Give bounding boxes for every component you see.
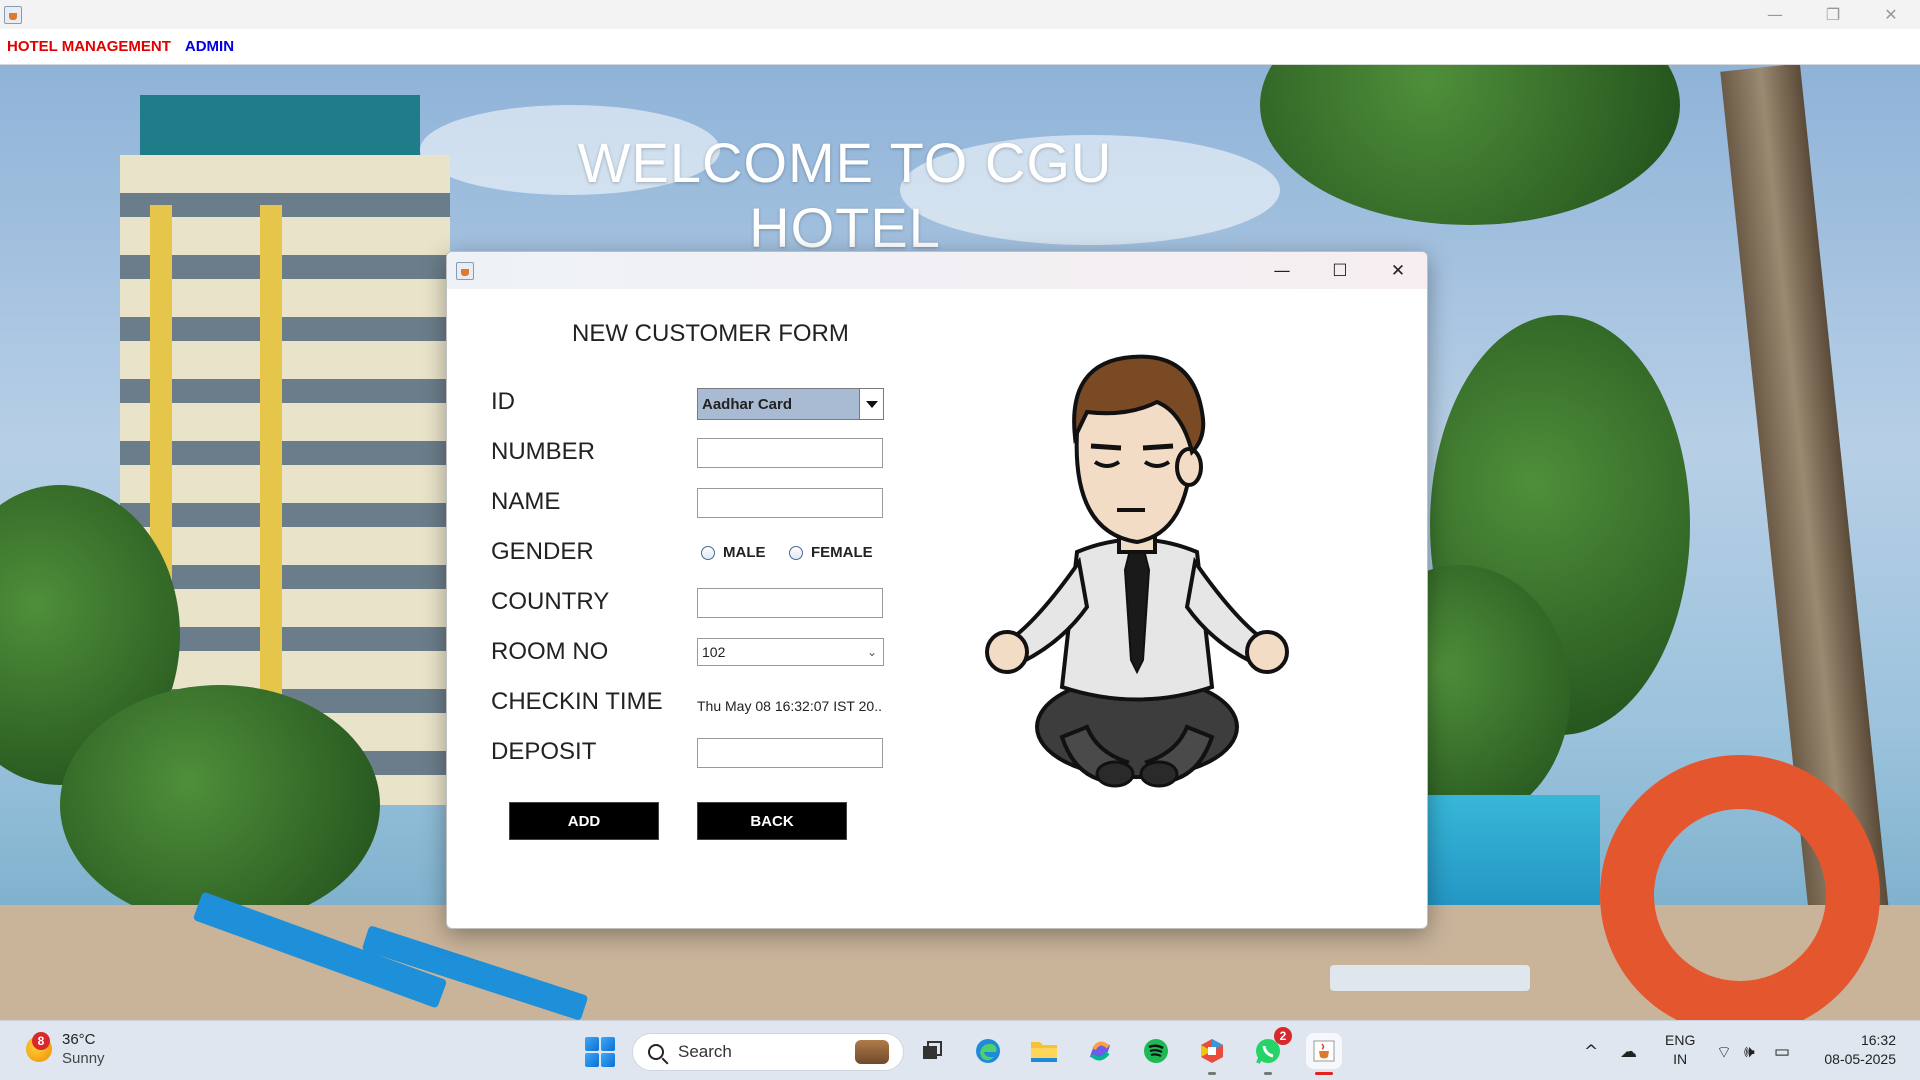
spotify-icon[interactable] — [1138, 1033, 1174, 1069]
new-customer-dialog: — ☐ ✕ NEW CUSTOMER FORM ID Aadhar Card N… — [446, 251, 1428, 929]
dialog-maximize-button[interactable]: ☐ — [1311, 252, 1369, 289]
copilot-icon[interactable] — [1082, 1033, 1118, 1069]
name-field[interactable] — [697, 488, 883, 518]
country-field[interactable] — [697, 588, 883, 618]
id-type-selected: Aadhar Card — [698, 389, 859, 419]
number-label: NUMBER — [491, 438, 596, 465]
deposit-label: DEPOSIT — [491, 738, 597, 765]
sun-lounger — [1330, 965, 1530, 991]
gender-label: GENDER — [491, 538, 594, 565]
menu-admin[interactable]: ADMIN — [185, 38, 234, 55]
radio-button-icon[interactable] — [701, 545, 715, 560]
window-close-button[interactable]: ✕ — [1862, 0, 1920, 29]
form-title: NEW CUSTOMER FORM — [572, 320, 849, 347]
dropdown-arrow-icon[interactable] — [859, 389, 883, 419]
dialog-minimize-button[interactable]: — — [1253, 252, 1311, 289]
tree-shape — [60, 685, 380, 925]
task-view-icon[interactable] — [914, 1033, 950, 1069]
gender-female-label: FEMALE — [811, 544, 873, 561]
back-button[interactable]: BACK — [697, 802, 847, 840]
whatsapp-notification-badge: 2 — [1274, 1027, 1292, 1045]
search-icon — [648, 1044, 664, 1060]
language-indicator[interactable]: ENG IN — [1665, 1031, 1695, 1069]
running-indicator — [1208, 1072, 1216, 1075]
weather-badge: 8 — [32, 1032, 50, 1050]
checkin-time-value: Thu May 08 16:32:07 IST 20.. — [697, 698, 882, 714]
add-button[interactable]: ADD — [509, 802, 659, 840]
show-hidden-icons-chevron[interactable]: ^ — [1584, 1042, 1598, 1062]
volume-icon[interactable]: 🕪 — [1744, 1042, 1755, 1062]
number-field[interactable] — [697, 438, 883, 468]
welcome-heading: WELCOME TO CGU HOTEL — [577, 131, 1113, 259]
name-label: NAME — [491, 488, 561, 515]
radio-button-icon[interactable] — [789, 545, 803, 560]
country-label: COUNTRY — [491, 588, 610, 615]
file-explorer-icon[interactable] — [1026, 1033, 1062, 1069]
sunny-weather-icon: 8 — [26, 1032, 52, 1062]
search-highlight-icon — [855, 1040, 889, 1064]
whatsapp-icon[interactable]: 2 — [1250, 1027, 1292, 1075]
taskbar: 8 36°C Sunny Search 2 ^ ☁ ENG IN ⌔ 🕪 ▭ 1… — [0, 1020, 1920, 1080]
chevron-down-icon[interactable]: ⌄ — [867, 645, 883, 659]
windows-start-icon[interactable] — [585, 1037, 615, 1067]
wifi-icon[interactable]: ⌔ — [1716, 1042, 1732, 1063]
clock-time: 16:32 — [1860, 1032, 1896, 1048]
taskbar-search-box[interactable]: Search — [632, 1033, 904, 1071]
weather-temperature: 36°C — [62, 1031, 96, 1048]
window-restore-button[interactable]: ❐ — [1804, 0, 1862, 29]
weather-condition: Sunny — [62, 1050, 105, 1067]
active-indicator — [1315, 1072, 1333, 1075]
room-no-label: ROOM NO — [491, 638, 609, 665]
dialog-close-button[interactable]: ✕ — [1369, 252, 1427, 289]
gender-female-radio[interactable]: FEMALE — [789, 544, 873, 561]
palm-fronds — [1260, 65, 1680, 225]
app-titlebar: — ❐ ✕ — [0, 0, 1920, 29]
weather-text: 36°C Sunny — [62, 1030, 105, 1068]
gender-male-radio[interactable]: MALE — [701, 544, 766, 561]
menu-hotel-management[interactable]: HOTEL MANAGEMENT — [7, 38, 171, 55]
region-code: IN — [1673, 1051, 1688, 1067]
battery-icon[interactable]: ▭ — [1774, 1042, 1790, 1062]
java-app-icon — [456, 261, 474, 280]
clock[interactable]: 16:32 08-05-2025 — [1812, 1031, 1896, 1069]
room-no-selected: 102 — [702, 644, 726, 660]
window-minimize-button[interactable]: — — [1746, 0, 1804, 29]
java-app-taskbar-icon[interactable] — [1306, 1033, 1342, 1075]
clock-date: 08-05-2025 — [1824, 1051, 1896, 1067]
gender-male-label: MALE — [723, 544, 766, 561]
dialog-window-controls: — ☐ ✕ — [1253, 252, 1427, 289]
checkin-time-label: CHECKIN TIME — [491, 688, 663, 715]
onedrive-cloud-icon[interactable]: ☁ — [1620, 1042, 1637, 1062]
dialog-titlebar: — ☐ ✕ — [447, 252, 1427, 289]
language-code: ENG — [1665, 1032, 1696, 1048]
edge-browser-icon[interactable] — [970, 1033, 1006, 1069]
window-controls: — ❐ ✕ — [1746, 0, 1920, 29]
menubar: HOTEL MANAGEMENT ADMIN — [0, 29, 1920, 65]
search-placeholder: Search — [678, 1042, 732, 1061]
running-indicator — [1264, 1072, 1272, 1075]
id-label: ID — [491, 388, 515, 415]
weather-widget[interactable]: 8 36°C Sunny — [26, 1030, 105, 1068]
office-hub-icon[interactable] — [1194, 1033, 1230, 1075]
java-app-icon — [4, 5, 22, 24]
lifebuoy — [1600, 755, 1880, 1020]
room-no-combobox[interactable]: 102 ⌄ — [697, 638, 884, 666]
meditating-businessman-illustration — [985, 354, 1289, 788]
id-type-combobox[interactable]: Aadhar Card — [697, 388, 884, 420]
deposit-field[interactable] — [697, 738, 883, 768]
